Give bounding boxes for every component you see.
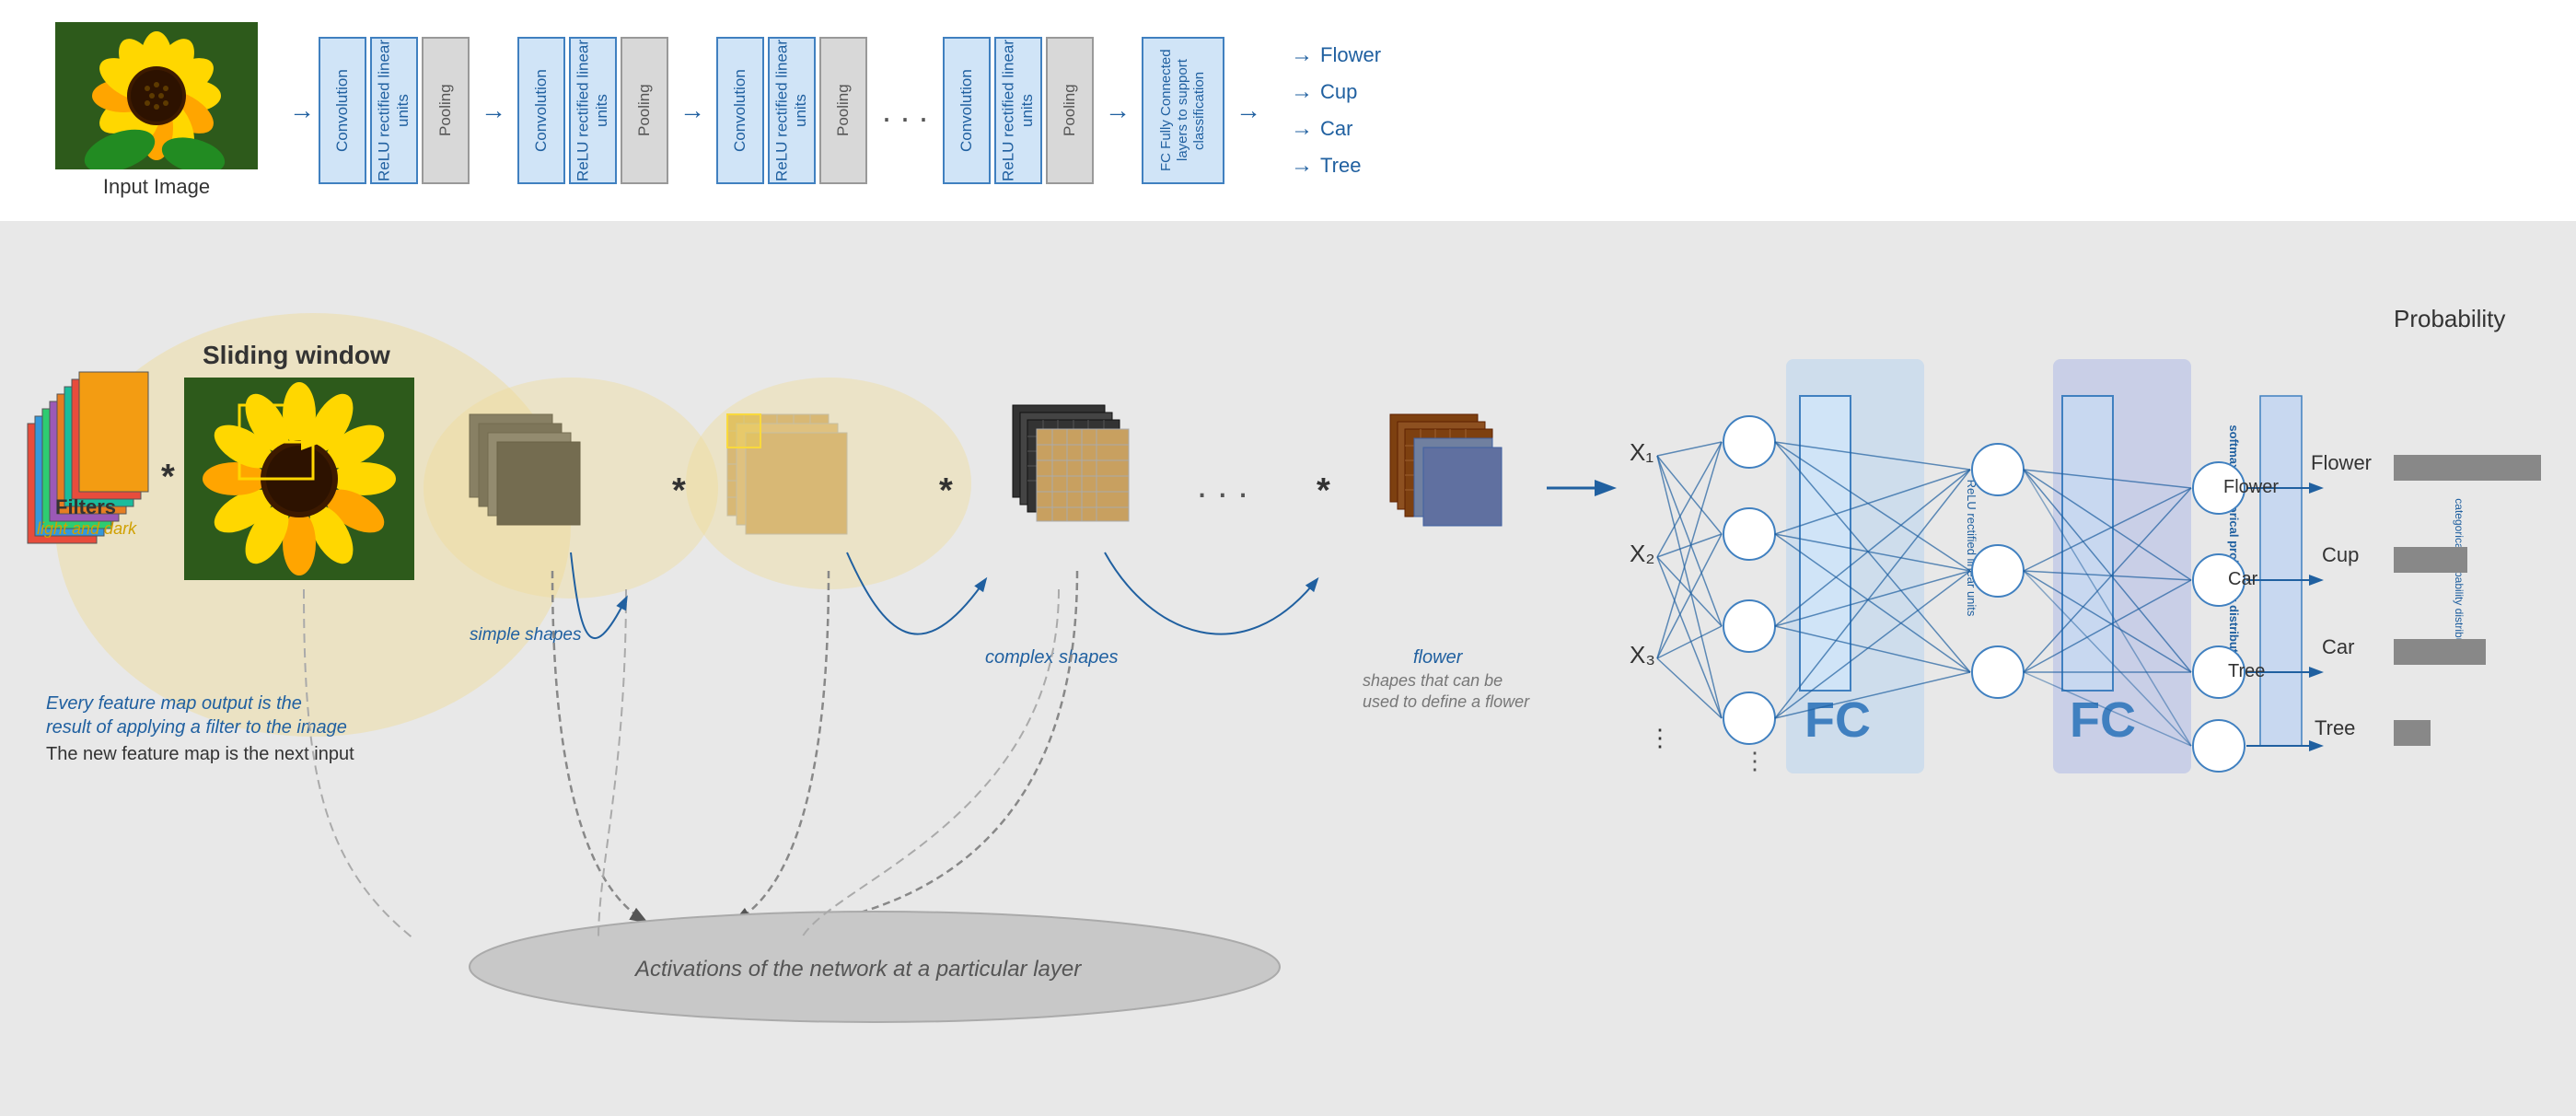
svg-text:Activations of the network at: Activations of the network at a particul… (633, 957, 1082, 982)
pool-block-4: Pooling (1046, 37, 1094, 184)
output-car-text: Car (1320, 117, 1352, 141)
svg-text:Probability: Probability (2394, 305, 2505, 332)
svg-text:⋮: ⋮ (1743, 747, 1767, 774)
arrow-car: → (1291, 116, 1313, 142)
sunflower-image (55, 22, 258, 169)
svg-text:. . .: . . . (1197, 465, 1248, 506)
pool-block-3: Pooling (819, 37, 867, 184)
relu-block-4: ReLU rectified linear units (994, 37, 1042, 184)
cnn-pipeline: Convolution ReLU rectified linear units … (319, 37, 2521, 184)
bottom-section: Sliding window (0, 221, 2576, 1116)
output-flower: → Flower (1291, 42, 1381, 68)
cnn-group-2: Convolution ReLU rectified linear units … (517, 37, 668, 184)
svg-text:*: * (939, 471, 953, 510)
svg-text:Sliding window: Sliding window (203, 341, 390, 369)
output-tree: → Tree (1291, 153, 1381, 179)
svg-text:Flower: Flower (2223, 477, 2279, 497)
pipeline-dots: . . . (882, 91, 928, 130)
svg-text:Every feature map output is th: Every feature map output is the (46, 693, 302, 714)
pool-block-1: Pooling (422, 37, 470, 184)
arrow-3: → (679, 96, 705, 125)
cnn-group-4: Convolution ReLU rectified linear units … (943, 37, 1094, 184)
conv-block-3: Convolution (716, 37, 764, 184)
output-flower-text: Flower (1320, 43, 1381, 67)
arrow-2: → (481, 96, 506, 125)
arrow-flower: → (1291, 42, 1313, 68)
svg-text:⋮: ⋮ (1648, 724, 1672, 751)
input-image-label: Input Image (103, 175, 210, 199)
svg-text:X₁: X₁ (1630, 438, 1654, 466)
output-tree-text: Tree (1320, 154, 1361, 178)
svg-text:X₂: X₂ (1630, 540, 1654, 567)
svg-text:shapes that can be: shapes that can be (1363, 671, 1503, 690)
svg-text:Tree: Tree (2228, 661, 2265, 681)
svg-text:Cup: Cup (2322, 543, 2359, 566)
svg-text:complex shapes: complex shapes (985, 647, 1119, 668)
pool-block-2: Pooling (621, 37, 668, 184)
svg-text:*: * (1317, 471, 1330, 510)
svg-text:light and dark: light and dark (37, 519, 137, 538)
output-cup-text: Cup (1320, 80, 1357, 104)
svg-text:Filters: Filters (55, 495, 116, 518)
relu-block-1: ReLU rectified linear units (370, 37, 418, 184)
input-image-container: Input Image (55, 22, 258, 199)
top-section: Input Image → Convolution ReLU rectified… (0, 0, 2576, 221)
relu-block-3: ReLU rectified linear units (768, 37, 816, 184)
output-labels: → Flower → Cup → Car → Tree (1291, 42, 1381, 179)
svg-text:*: * (672, 471, 686, 510)
svg-text:FC: FC (2070, 692, 2136, 748)
arrow-5: → (1236, 96, 1261, 125)
svg-text:Flower: Flower (2311, 451, 2372, 474)
svg-text:X₃: X₃ (1630, 641, 1655, 668)
svg-text:FC: FC (1804, 692, 1871, 748)
svg-text:categorical probability distri: categorical probability distribution (2453, 498, 2466, 661)
arrow-tree: → (1291, 153, 1313, 179)
svg-text:flower: flower (1413, 647, 1464, 668)
svg-text:softmax categorical probabili: softmax categorical probability distribu… (2227, 424, 2241, 670)
svg-text:ReLU rectified linear units: ReLU rectified linear units (1965, 480, 1978, 617)
arrow-1: → (289, 96, 315, 125)
svg-text:*: * (161, 458, 175, 496)
svg-text:Tree: Tree (2315, 716, 2355, 739)
relu-block-2: ReLU rectified linear units (569, 37, 617, 184)
svg-text:The new feature map is the nex: The new feature map is the next input (46, 744, 354, 764)
cnn-group-3: Convolution ReLU rectified linear units … (716, 37, 867, 184)
bottom-diagram-svg: Sliding window (0, 221, 2576, 1116)
fc-block-top: FC Fully Connected layers to support cla… (1142, 37, 1224, 184)
output-cup: → Cup (1291, 79, 1381, 105)
arrow-cup: → (1291, 79, 1313, 105)
output-car: → Car (1291, 116, 1381, 142)
svg-text:simple shapes: simple shapes (470, 625, 582, 645)
cnn-group-1: Convolution ReLU rectified linear units … (319, 37, 470, 184)
svg-text:used to define a flower: used to define a flower (1363, 692, 1530, 711)
conv-block-1: Convolution (319, 37, 366, 184)
svg-text:Car: Car (2322, 635, 2354, 658)
conv-block-2: Convolution (517, 37, 565, 184)
arrow-4: → (1105, 96, 1131, 125)
svg-text:Car: Car (2228, 569, 2258, 589)
svg-text:result of applying a filter to: result of applying a filter to the image (46, 717, 347, 738)
conv-block-4: Convolution (943, 37, 991, 184)
